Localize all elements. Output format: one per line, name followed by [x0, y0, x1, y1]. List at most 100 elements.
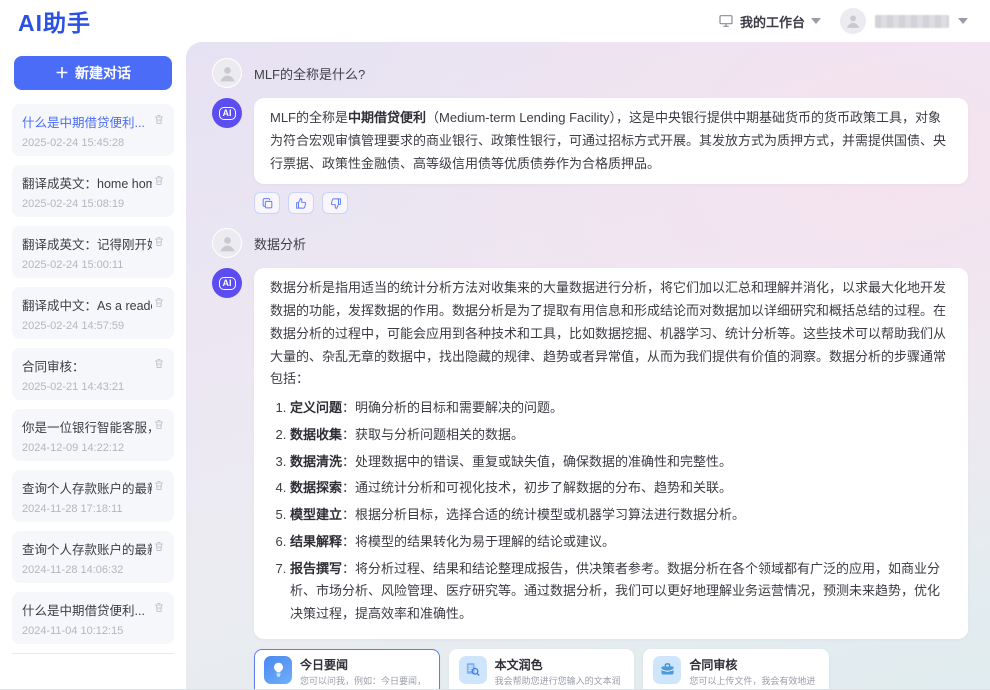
- trash-icon[interactable]: [153, 235, 165, 248]
- history-time: 2024-11-28 17:18:11: [22, 503, 164, 515]
- history-item[interactable]: 翻译成中文：As a reader... 2025-02-24 14:57:59: [12, 287, 174, 339]
- history-item[interactable]: 查询个人存款账户的最新... 2024-11-28 14:06:32: [12, 531, 174, 583]
- history-item[interactable]: 翻译成英文：home home 2025-02-24 15:08:19: [12, 165, 174, 217]
- step-text: ：获取与分析问题相关的数据。: [342, 427, 524, 442]
- step-text: ：通过统计分析和可视化技术，初步了解数据的分布、趋势和关联。: [342, 480, 732, 495]
- step-label: 定义问题: [290, 400, 342, 415]
- history-item[interactable]: 翻译成英文：记得刚开始... 2025-02-24 15:00:11: [12, 226, 174, 278]
- trash-icon[interactable]: [153, 113, 165, 126]
- history-title: 你是一位银行智能客服，...: [22, 417, 152, 436]
- step-label: 结果解释: [290, 534, 342, 549]
- thumbs-up-icon: [295, 197, 308, 210]
- step-text: ：根据分析目标，选择合适的统计模型或机器学习算法进行数据分析。: [342, 507, 745, 522]
- history-title: 翻译成英文：home home: [22, 173, 152, 192]
- feature-card-desc: 您可以上传文件，我会有效地进行合同审核，确保合同满足您的业务需求。: [689, 675, 819, 689]
- message-actions: [254, 192, 968, 214]
- history-time: 2024-11-04 10:12:15: [22, 625, 164, 637]
- step-item: 数据清洗：处理数据中的错误、重复或缺失值，确保数据的准确性和完整性。: [290, 451, 952, 474]
- trash-icon[interactable]: [153, 540, 165, 553]
- step-item: 报告撰写：将分析过程、结果和结论整理成报告，供决策者参考。数据分析在各个领域都有…: [290, 558, 952, 626]
- app-window: AI助手 我的工作台 ＋ 新建对话 什么是中期借贷便利... 2025-02-24…: [0, 0, 990, 690]
- history-title: 查询个人存款账户的最新...: [22, 539, 152, 558]
- history-title: 合同审核：: [22, 356, 152, 375]
- plus-icon: ＋: [55, 63, 69, 83]
- trash-icon[interactable]: [153, 296, 165, 309]
- app-logo: AI助手: [18, 4, 91, 38]
- trash-icon[interactable]: [153, 479, 165, 492]
- feature-card-desc: 您可以问我，例如：今日要闻，我会尽力提供准确和可靠的答案。: [300, 675, 430, 689]
- step-text: ：明确分析的目标和需要解决的问题。: [342, 400, 563, 415]
- history-time: 2025-02-24 14:57:59: [22, 320, 164, 332]
- new-chat-button[interactable]: ＋ 新建对话: [14, 56, 172, 90]
- step-text: ：将分析过程、结果和结论整理成报告，供决策者参考。数据分析在各个领域都有广泛的应…: [290, 561, 940, 622]
- trash-icon[interactable]: [153, 357, 165, 370]
- user-message-text: 数据分析: [254, 234, 306, 253]
- history-time: 2025-02-24 15:45:28: [22, 137, 164, 149]
- history-item[interactable]: 什么是中期借贷便利... 2024-11-04 10:12:15: [12, 592, 174, 644]
- step-item: 模型建立：根据分析目标，选择合适的统计模型或机器学习算法进行数据分析。: [290, 504, 952, 527]
- feature-cards-grid: 今日要闻您可以问我，例如：今日要闻，我会尽力提供准确和可靠的答案。 本文润色我会…: [254, 649, 829, 689]
- workspace-menu[interactable]: 我的工作台: [718, 12, 821, 31]
- history-time: 2025-02-24 15:00:11: [22, 259, 164, 271]
- person-icon: [217, 233, 238, 254]
- step-label: 数据探索: [290, 480, 342, 495]
- trash-icon[interactable]: [153, 174, 165, 187]
- trash-icon[interactable]: [153, 418, 165, 431]
- polish-icon: [459, 656, 487, 684]
- user-message: 数据分析: [212, 228, 968, 258]
- history-item[interactable]: 合同审核： 2025-02-21 14:43:21: [12, 348, 174, 400]
- step-item: 数据收集：获取与分析问题相关的数据。: [290, 424, 952, 447]
- history-title: 查询个人存款账户的最新...: [22, 478, 152, 497]
- step-label: 数据清洗: [290, 454, 342, 469]
- history-title: 什么是中期借贷便利...: [22, 600, 152, 619]
- ai-msg2-intro: 数据分析是指用适当的统计分析方法对收集来的大量数据进行分析，将它们加以汇总和理解…: [270, 280, 946, 386]
- feature-card-contract[interactable]: 合同审核您可以上传文件，我会有效地进行合同审核，确保合同满足您的业务需求。: [643, 649, 829, 689]
- user-avatar[interactable]: [840, 8, 866, 34]
- user-message: MLF的全称是什么?: [212, 58, 968, 88]
- thumbs-up-button[interactable]: [288, 192, 314, 214]
- step-item: 数据探索：通过统计分析和可视化技术，初步了解数据的分布、趋势和关联。: [290, 477, 952, 500]
- feature-card-title: 本文润色: [495, 656, 625, 673]
- steps-list: 定义问题：明确分析的目标和需要解决的问题。 数据收集：获取与分析问题相关的数据。…: [290, 397, 952, 626]
- username-redacted: [875, 15, 949, 28]
- feature-cards-row: 今日要闻您可以问我，例如：今日要闻，我会尽力提供准确和可靠的答案。 本文润色我会…: [254, 649, 968, 689]
- step-label: 数据收集: [290, 427, 342, 442]
- step-text: ：将模型的结果转化为易于理解的结论或建议。: [342, 534, 615, 549]
- history-title: 翻译成中文：As a reader...: [22, 295, 152, 314]
- history-item[interactable]: 什么是中期借贷便利... 2025-02-24 15:45:28: [12, 104, 174, 156]
- copy-icon: [261, 197, 274, 210]
- ai-avatar: AI: [212, 98, 242, 128]
- history-time: 2024-11-28 14:06:32: [22, 564, 164, 576]
- person-icon: [217, 63, 238, 84]
- feature-card-news[interactable]: 今日要闻您可以问我，例如：今日要闻，我会尽力提供准确和可靠的答案。: [254, 649, 440, 689]
- feature-card-desc: 我会帮助您进行您输入的文本润色，提高文本的流畅度和表达效果。: [495, 675, 625, 689]
- person-icon: [844, 12, 862, 30]
- step-text: ：处理数据中的错误、重复或缺失值，确保数据的准确性和完整性。: [342, 454, 732, 469]
- new-chat-label: 新建对话: [75, 63, 131, 83]
- monitor-icon: [718, 13, 734, 29]
- ai-msg1-prefix: MLF的全称是: [270, 110, 348, 125]
- history-time: 2025-02-24 15:08:19: [22, 198, 164, 210]
- header-right: 我的工作台: [718, 8, 968, 34]
- user-message-text: MLF的全称是什么?: [254, 64, 365, 83]
- chat-panel: MLF的全称是什么? AI MLF的全称是中期借贷便利（Medium-term …: [186, 42, 990, 689]
- thumbs-down-button[interactable]: [322, 192, 348, 214]
- step-item: 定义问题：明确分析的目标和需要解决的问题。: [290, 397, 952, 420]
- history-time: 2025-02-21 14:43:21: [22, 381, 164, 393]
- history-title: 翻译成英文：记得刚开始...: [22, 234, 152, 253]
- ai-message-card: MLF的全称是中期借贷便利（Medium-term Lending Facili…: [254, 98, 968, 184]
- feature-card-polish[interactable]: 本文润色我会帮助您进行您输入的文本润色，提高文本的流畅度和表达效果。: [449, 649, 635, 689]
- step-label: 报告撰写: [290, 561, 342, 576]
- step-label: 模型建立: [290, 507, 342, 522]
- chevron-down-icon[interactable]: [958, 18, 968, 24]
- copy-button[interactable]: [254, 192, 280, 214]
- history-item[interactable]: 你是一位银行智能客服，... 2024-12-09 14:22:12: [12, 409, 174, 461]
- ai-avatar-label: AI: [219, 277, 236, 290]
- trash-icon[interactable]: [153, 601, 165, 614]
- history-item[interactable]: 查询个人存款账户的最新... 2024-11-28 17:18:11: [12, 470, 174, 522]
- briefcase-icon: [653, 656, 681, 684]
- ai-message: AI 数据分析是指用适当的统计分析方法对收集来的大量数据进行分析，将它们加以汇总…: [212, 268, 968, 639]
- history-divider: [12, 653, 174, 654]
- bulb-icon: [264, 656, 292, 684]
- feature-card-title: 合同审核: [689, 656, 819, 673]
